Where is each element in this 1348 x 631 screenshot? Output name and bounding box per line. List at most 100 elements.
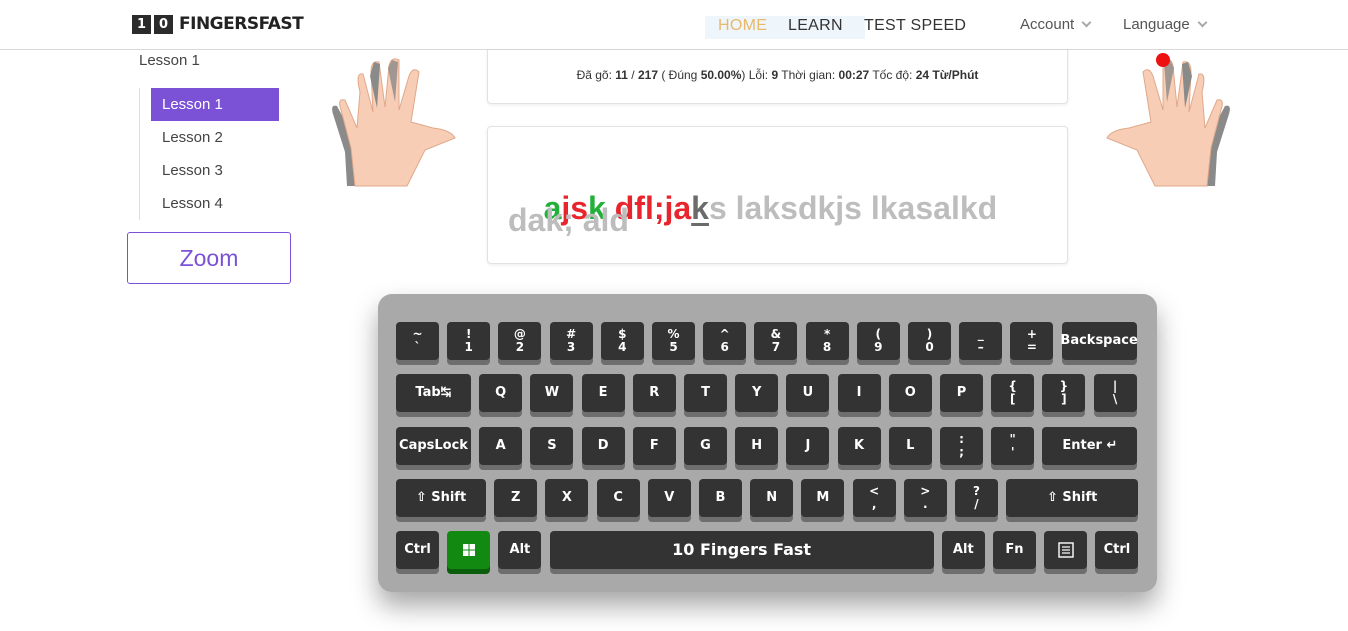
key-5[interactable]: % 5 [652, 322, 695, 360]
key-base-symbol: \ [1112, 392, 1118, 406]
key-m[interactable]: M [801, 479, 845, 517]
logo-digit-0: 0 [154, 14, 173, 34]
key-alt[interactable]: Alt [498, 531, 542, 569]
key-r[interactable]: R [632, 374, 676, 412]
key-k[interactable]: K [837, 427, 881, 465]
key-fn[interactable]: Fn [993, 531, 1036, 569]
key-4[interactable]: $4 [600, 322, 644, 360]
key-1[interactable]: ! 1 [447, 322, 491, 360]
key-;[interactable]: :; [940, 427, 983, 465]
sidebar-title: Lesson 1 [139, 52, 200, 69]
key-ctrl[interactable]: Ctrl [1095, 531, 1139, 569]
correct-percent: 50.00% [700, 68, 742, 82]
account-dropdown[interactable]: Account [1020, 16, 1092, 33]
key-ctrl[interactable]: Ctrl [396, 531, 439, 569]
key-base-symbol: / [974, 497, 979, 511]
key-2[interactable]: @2 [498, 322, 542, 360]
key-.[interactable]: >. [903, 479, 947, 517]
key-l[interactable]: L [888, 427, 932, 465]
sidebar-item-lesson-4[interactable]: Lesson 4 [151, 187, 279, 220]
key-shift[interactable]: ⇧ Shift [1006, 479, 1139, 517]
key-y[interactable]: Y [735, 374, 779, 412]
typing-text-card[interactable]: ajsk dfl;jaks laksdkjs lkasalkd dak; ald [487, 126, 1068, 264]
key-base-symbol: 4 [618, 340, 627, 354]
key-base-symbol: ; [959, 445, 964, 459]
virtual-keyboard: ~ `! 1 @2 #3 $4% 5 ^ 6 & 7 * 8(9) 0 _ – + = Backspace Tab↹ Q… [378, 294, 1157, 592]
key-s[interactable]: S [530, 427, 574, 465]
account-label: Account [1020, 16, 1075, 33]
key-base-symbol: ' [1010, 445, 1015, 459]
key-v[interactable]: V [647, 479, 691, 517]
key-enter[interactable]: Enter ↵ [1042, 427, 1138, 465]
language-dropdown[interactable]: Language [1123, 16, 1208, 33]
sidebar-item-lesson-3[interactable]: Lesson 3 [151, 154, 279, 187]
key-,[interactable]: <, [852, 479, 896, 517]
key-base-symbol: 2 [515, 340, 525, 354]
key-f[interactable]: F [632, 427, 676, 465]
key-0[interactable]: ) 0 [908, 322, 951, 360]
key-tab[interactable]: Tab↹ [396, 374, 471, 412]
key-][interactable]: }] [1042, 374, 1086, 412]
key-'[interactable]: " ' [991, 427, 1035, 465]
key-h[interactable]: H [735, 427, 779, 465]
key-u[interactable]: U [786, 374, 830, 412]
zoom-button[interactable]: Zoom [127, 232, 291, 284]
key-3[interactable]: #3 [549, 322, 593, 360]
key-o[interactable]: O [888, 374, 932, 412]
key-q[interactable]: Q [479, 374, 523, 412]
sidebar-item-lesson-2[interactable]: Lesson 2 [151, 121, 279, 154]
right-hand-icon [1106, 53, 1230, 187]
key-7[interactable]: & 7 [754, 322, 798, 360]
key-base-symbol: ` [414, 340, 421, 354]
key-spacebar[interactable]: 10 Fingers Fast [549, 531, 934, 569]
speed-label: Tốc độ: [872, 68, 913, 82]
key-base-symbol: [ [1009, 392, 1016, 406]
key-alt[interactable]: Alt [941, 531, 985, 569]
key-e[interactable]: E [581, 374, 625, 412]
key-\[interactable]: | \ [1093, 374, 1137, 412]
key-menu[interactable] [1044, 531, 1088, 569]
key-n[interactable]: N [750, 479, 794, 517]
nav-learn[interactable]: LEARN [788, 17, 843, 35]
key-b[interactable]: B [699, 479, 742, 517]
key-base-symbol: 1 [464, 340, 473, 354]
key-[[interactable]: {[ [991, 374, 1035, 412]
key-windows[interactable] [447, 531, 491, 569]
key-d[interactable]: D [581, 427, 625, 465]
key-base-symbol: = [1026, 340, 1037, 354]
key-9[interactable]: (9 [856, 322, 900, 360]
key-=[interactable]: + = [1010, 322, 1054, 360]
nav-test-speed[interactable]: TEST SPEED [864, 17, 966, 35]
key-t[interactable]: T [684, 374, 727, 412]
nav-home[interactable]: HOME [718, 17, 767, 35]
key-backspace[interactable]: Backspace [1060, 322, 1138, 360]
key-shift[interactable]: ⇧ Shift [396, 479, 486, 517]
key-z[interactable]: Z [494, 479, 538, 517]
key-6[interactable]: ^ 6 [703, 322, 747, 360]
finger-indicator-dot [1156, 53, 1170, 67]
key-8[interactable]: * 8 [805, 322, 849, 360]
key-g[interactable]: G [684, 427, 727, 465]
key-capslock[interactable]: CapsLock [396, 427, 471, 465]
key-base-symbol: 0 [925, 340, 934, 354]
menu-icon [1057, 542, 1074, 558]
error-count: 9 [771, 68, 779, 82]
key-i[interactable]: I [837, 374, 881, 412]
sidebar-item-lesson-1[interactable]: Lesson 1 [151, 88, 279, 121]
key-c[interactable]: C [596, 479, 640, 517]
key-base-symbol: ] [1061, 392, 1067, 406]
windows-icon [462, 544, 475, 556]
key-base-symbol: 6 [720, 340, 729, 354]
key-`[interactable]: ~ ` [396, 322, 439, 360]
typed-count: 11 [615, 68, 628, 82]
key-/[interactable]: ? / [955, 479, 998, 517]
key-x[interactable]: X [545, 479, 589, 517]
elapsed-time: 00:27 [838, 68, 870, 82]
site-logo[interactable]: 1 0 FINGERSFAST [132, 14, 304, 34]
key-p[interactable]: P [940, 374, 983, 412]
key-–[interactable]: _ – [959, 322, 1003, 360]
key-w[interactable]: W [530, 374, 574, 412]
key-j[interactable]: J [786, 427, 830, 465]
key-base-symbol: . [923, 497, 928, 511]
key-a[interactable]: A [479, 427, 523, 465]
